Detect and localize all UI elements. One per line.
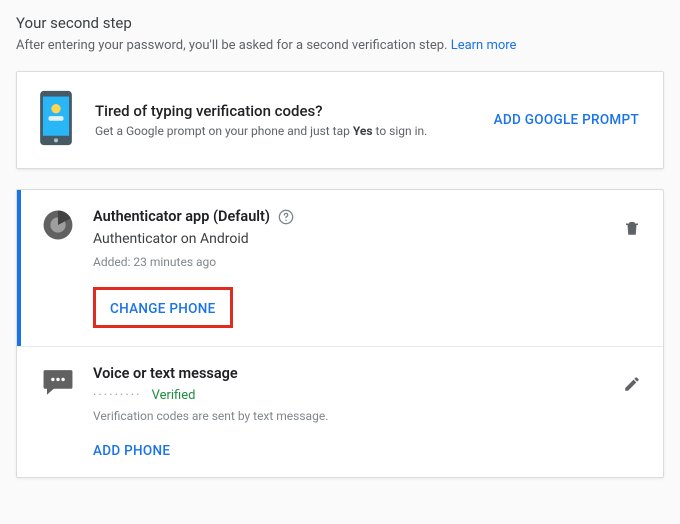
section-description-text: After entering your password, you'll be …: [16, 38, 451, 53]
authenticator-title: Authenticator app (Default): [93, 208, 270, 225]
promo-text-block: Tired of typing verification codes? Get …: [95, 102, 470, 138]
change-phone-highlight: CHANGE PHONE: [93, 287, 233, 328]
method-title-row: Authenticator app (Default): [93, 208, 639, 225]
promo-desc-pre: Get a Google prompt on your phone and ju…: [95, 124, 353, 138]
promo-desc-bold: Yes: [353, 124, 373, 138]
change-phone-button[interactable]: CHANGE PHONE: [110, 301, 216, 317]
learn-more-link[interactable]: Learn more: [451, 38, 517, 53]
google-prompt-promo-card: Tired of typing verification codes? Get …: [16, 71, 664, 169]
promo-title: Tired of typing verification codes?: [95, 102, 470, 120]
masked-number: ·········: [93, 388, 142, 403]
authenticator-added: Added: 23 minutes ago: [93, 255, 639, 269]
verified-row: ········· Verified: [93, 388, 639, 403]
sms-icon: [41, 365, 75, 399]
authenticator-icon: [41, 208, 75, 242]
voice-text-title: Voice or text message: [93, 365, 238, 382]
verified-label: Verified: [152, 388, 196, 403]
promo-description: Get a Google prompt on your phone and ju…: [95, 124, 470, 138]
section-description: After entering your password, you'll be …: [16, 38, 664, 53]
section-title: Your second step: [16, 14, 664, 32]
add-google-prompt-button[interactable]: ADD GOOGLE PROMPT: [490, 104, 643, 136]
voice-text-description: Verification codes are sent by text mess…: [93, 409, 639, 423]
trash-icon: [623, 218, 641, 238]
voice-text-title-row: Voice or text message: [93, 365, 639, 382]
edit-voice-text-button[interactable]: [623, 375, 641, 393]
help-icon[interactable]: [278, 209, 294, 225]
phone-illustration-icon: [37, 90, 75, 150]
second-step-methods-card: Authenticator app (Default) Authenticato…: [16, 189, 664, 478]
add-phone-button[interactable]: ADD PHONE: [93, 443, 639, 459]
method-voice-text: Voice or text message ········· Verified…: [17, 346, 663, 477]
authenticator-subtitle: Authenticator on Android: [93, 231, 639, 247]
promo-desc-post: to sign in.: [373, 124, 428, 138]
method-authenticator: Authenticator app (Default) Authenticato…: [17, 190, 663, 346]
delete-authenticator-button[interactable]: [623, 218, 641, 236]
pencil-icon: [623, 375, 641, 393]
